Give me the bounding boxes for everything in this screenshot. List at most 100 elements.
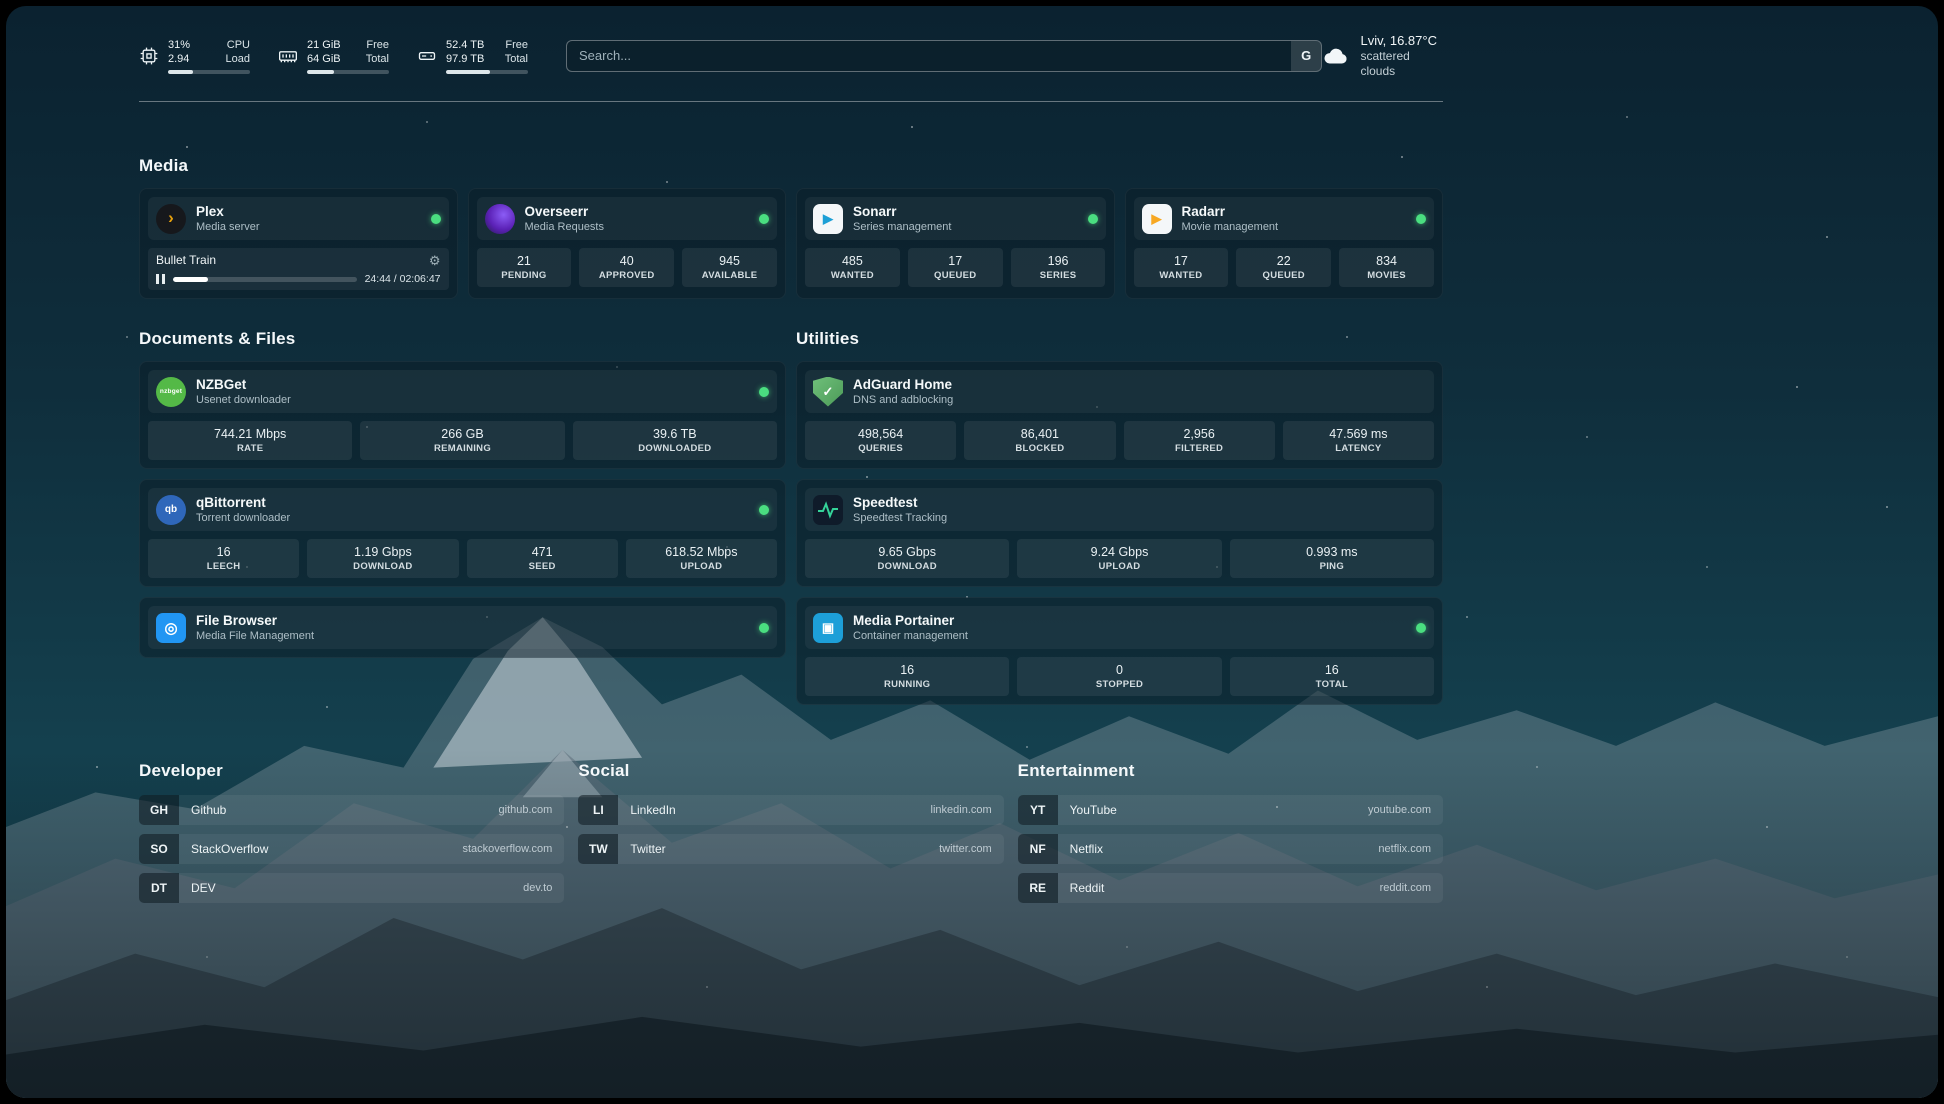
bookmark-youtube[interactable]: YT YouTube youtube.com: [1018, 795, 1443, 825]
stat-value: 16: [809, 662, 1005, 678]
bookmark-group-developer: Developer GH Github github.com SO StackO…: [139, 761, 564, 912]
stat-box: 9.65 GbpsDOWNLOAD: [805, 539, 1009, 578]
stat-box: 21PENDING: [477, 248, 572, 287]
adguard-header[interactable]: ✓ AdGuard Home DNS and adblocking: [805, 370, 1434, 413]
qbittorrent-header[interactable]: qb qBittorrent Torrent downloader: [148, 488, 777, 531]
search-input[interactable]: [566, 40, 1322, 72]
stat-box: 2,956FILTERED: [1124, 421, 1275, 460]
bookmark-github[interactable]: GH Github github.com: [139, 795, 564, 825]
stat-value: 471: [471, 544, 614, 560]
stat-label: APPROVED: [583, 269, 670, 282]
qbittorrent-name: qBittorrent: [196, 494, 290, 511]
stat-box: 22QUEUED: [1236, 248, 1331, 287]
bookmark-linkedin[interactable]: LI LinkedIn linkedin.com: [578, 795, 1003, 825]
qbittorrent-icon: qb: [156, 495, 186, 525]
bookmark-abbr: YT: [1018, 795, 1058, 825]
service-card-plex: › Plex Media server Bullet Train ⚙: [139, 188, 458, 299]
stat-label: MOVIES: [1343, 269, 1430, 282]
bookmark-domain: netflix.com: [1378, 843, 1431, 855]
section-title-social: Social: [578, 761, 1003, 781]
bookmark-reddit[interactable]: RE Reddit reddit.com: [1018, 873, 1443, 903]
filebrowser-desc: Media File Management: [196, 629, 314, 643]
sonarr-header[interactable]: ▶ Sonarr Series management: [805, 197, 1106, 240]
stat-label: QUEUED: [1240, 269, 1327, 282]
gear-icon[interactable]: ⚙: [429, 254, 441, 267]
section-utilities: Utilities ✓ AdGuard Home DNS and adblock…: [796, 329, 1443, 705]
overseerr-name: Overseerr: [525, 203, 605, 220]
section-title-media: Media: [139, 156, 1443, 176]
stat-label: DOWNLOAD: [809, 560, 1005, 573]
status-dot: [431, 214, 441, 224]
speedtest-name: Speedtest: [853, 494, 947, 511]
nzbget-header[interactable]: nzbget NZBGet Usenet downloader: [148, 370, 777, 413]
bookmark-name: DEV: [191, 881, 216, 895]
bookmark-abbr: LI: [578, 795, 618, 825]
stat-label: LATENCY: [1287, 442, 1430, 455]
radarr-stats: 17WANTED 22QUEUED 834MOVIES: [1134, 248, 1435, 287]
stat-label: SERIES: [1015, 269, 1102, 282]
cpu-sub-label: Load: [226, 52, 250, 66]
stat-label: PENDING: [481, 269, 568, 282]
bookmark-abbr: TW: [578, 834, 618, 864]
bookmark-stackoverflow[interactable]: SO StackOverflow stackoverflow.com: [139, 834, 564, 864]
stat-value: 17: [912, 253, 999, 269]
topbar-divider: [139, 101, 1443, 102]
service-card-speedtest: Speedtest Speedtest Tracking 9.65 GbpsDO…: [796, 479, 1443, 587]
stat-value: 40: [583, 253, 670, 269]
stat-label: RATE: [152, 442, 348, 455]
cloud-icon: [1322, 44, 1350, 68]
cpu-value: 31%: [168, 38, 190, 52]
bookmark-group-entertainment: Entertainment YT YouTube youtube.com NF …: [1018, 761, 1443, 912]
playback-progress-fill: [173, 277, 208, 282]
stat-box: 485WANTED: [805, 248, 900, 287]
cpu-sub-value: 2.94: [168, 52, 189, 66]
bookmark-dev[interactable]: DT DEV dev.to: [139, 873, 564, 903]
stat-value: 266 GB: [364, 426, 560, 442]
overseerr-header[interactable]: Overseerr Media Requests: [477, 197, 778, 240]
stat-box: 1.19 GbpsDOWNLOAD: [307, 539, 458, 578]
stat-value: 0: [1021, 662, 1217, 678]
bookmark-twitter[interactable]: TW Twitter twitter.com: [578, 834, 1003, 864]
sonarr-icon: ▶: [813, 204, 843, 234]
radarr-header[interactable]: ▶ Radarr Movie management: [1134, 197, 1435, 240]
bookmark-name: StackOverflow: [191, 842, 268, 856]
stat-value: 16: [1234, 662, 1430, 678]
stat-box: 471SEED: [467, 539, 618, 578]
stat-box: 266 GBREMAINING: [360, 421, 564, 460]
bookmark-domain: twitter.com: [939, 843, 992, 855]
filebrowser-header[interactable]: ◎ File Browser Media File Management: [148, 606, 777, 649]
stat-box: 945AVAILABLE: [682, 248, 777, 287]
adguard-desc: DNS and adblocking: [853, 393, 953, 407]
stat-box: 17WANTED: [1134, 248, 1229, 287]
plex-now-playing: Bullet Train ⚙ 24:44 / 02:06:47: [148, 248, 449, 290]
portainer-desc: Container management: [853, 629, 968, 643]
playback-time: 24:44 / 02:06:47: [365, 273, 441, 285]
plex-header[interactable]: › Plex Media server: [148, 197, 449, 240]
speedtest-header[interactable]: Speedtest Speedtest Tracking: [805, 488, 1434, 531]
bookmark-netflix[interactable]: NF Netflix netflix.com: [1018, 834, 1443, 864]
nzbget-desc: Usenet downloader: [196, 393, 291, 407]
bookmark-name: Twitter: [630, 842, 665, 856]
bookmark-name: Netflix: [1070, 842, 1103, 856]
ram-progress-fill: [307, 70, 334, 74]
bookmark-name: YouTube: [1070, 803, 1117, 817]
stat-label: DOWNLOAD: [311, 560, 454, 573]
playback-progress-track[interactable]: [173, 277, 357, 282]
bookmark-abbr: RE: [1018, 873, 1058, 903]
stat-label: WANTED: [809, 269, 896, 282]
search-provider-button[interactable]: G: [1291, 41, 1321, 71]
stat-box: 47.569 msLATENCY: [1283, 421, 1434, 460]
stat-box: 16TOTAL: [1230, 657, 1434, 696]
stat-box: 0.993 msPING: [1230, 539, 1434, 578]
stat-label: STOPPED: [1021, 678, 1217, 691]
portainer-icon: ▣: [813, 613, 843, 643]
portainer-header[interactable]: ▣ Media Portainer Container management: [805, 606, 1434, 649]
stat-label: LEECH: [152, 560, 295, 573]
stat-value: 47.569 ms: [1287, 426, 1430, 442]
section-title-developer: Developer: [139, 761, 564, 781]
stat-label: QUEUED: [912, 269, 999, 282]
section-title-documents: Documents & Files: [139, 329, 786, 349]
portainer-stats: 16RUNNING 0STOPPED 16TOTAL: [805, 657, 1434, 696]
pause-icon[interactable]: [156, 274, 165, 284]
ram-sub-label: Total: [366, 52, 389, 66]
